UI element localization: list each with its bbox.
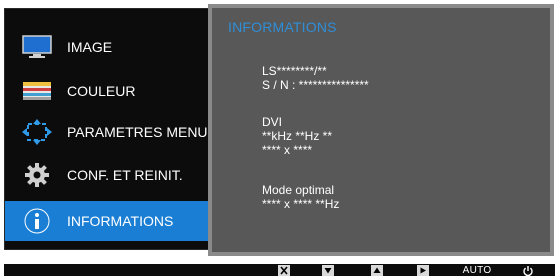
menu-item-couleur[interactable]: COULEUR <box>5 71 211 111</box>
close-button[interactable] <box>277 264 291 276</box>
informations-panel: INFORMATIONS LS********/** S / N : *****… <box>208 4 554 256</box>
menu-item-conf-reinit[interactable]: CONF. ET REINIT. <box>5 155 211 195</box>
power-button[interactable] <box>521 264 535 276</box>
monitor-osd-screen: IMAGE COULEUR PARAMETRES MENU CONF. ET R… <box>0 0 555 276</box>
input-source: DVI <box>262 115 283 129</box>
menu-item-image[interactable]: IMAGE <box>5 27 211 67</box>
gear-icon <box>21 162 53 188</box>
enter-button[interactable] <box>416 264 430 276</box>
current-resolution: **** x **** <box>262 143 313 157</box>
up-arrow-icon <box>371 264 383 276</box>
close-icon <box>278 264 290 276</box>
down-arrow-icon <box>322 264 334 276</box>
menu-item-label: IMAGE <box>67 39 113 55</box>
resize-arrows-icon <box>21 119 53 145</box>
model-name: LS********/** <box>262 64 327 78</box>
current-frequency: **kHz **Hz ** <box>262 129 333 143</box>
color-bars-icon <box>21 78 53 104</box>
auto-label: AUTO <box>462 264 492 276</box>
info-icon <box>21 208 53 234</box>
down-button[interactable] <box>321 264 335 276</box>
monitor-icon <box>21 34 53 60</box>
optimal-mode-value: **** x **** **Hz <box>262 197 340 211</box>
menu-item-label: INFORMATIONS <box>67 213 174 229</box>
panel-title: INFORMATIONS <box>228 19 337 35</box>
menu-item-label: COULEUR <box>67 83 136 99</box>
menu-item-informations[interactable]: INFORMATIONS <box>5 201 211 241</box>
osd-main-menu: IMAGE COULEUR PARAMETRES MENU CONF. ET R… <box>4 8 211 250</box>
button-guide-bar: AUTO <box>4 264 555 276</box>
menu-item-parametres-menu[interactable]: PARAMETRES MENU <box>5 112 211 152</box>
enter-icon <box>417 264 429 276</box>
serial-number: S / N : *************** <box>262 78 369 92</box>
auto-button[interactable]: AUTO <box>460 264 494 276</box>
power-icon <box>522 264 534 276</box>
menu-item-label: CONF. ET REINIT. <box>67 167 183 183</box>
menu-item-label: PARAMETRES MENU <box>67 124 208 140</box>
up-button[interactable] <box>370 264 384 276</box>
optimal-mode-label: Mode optimal <box>262 183 335 197</box>
